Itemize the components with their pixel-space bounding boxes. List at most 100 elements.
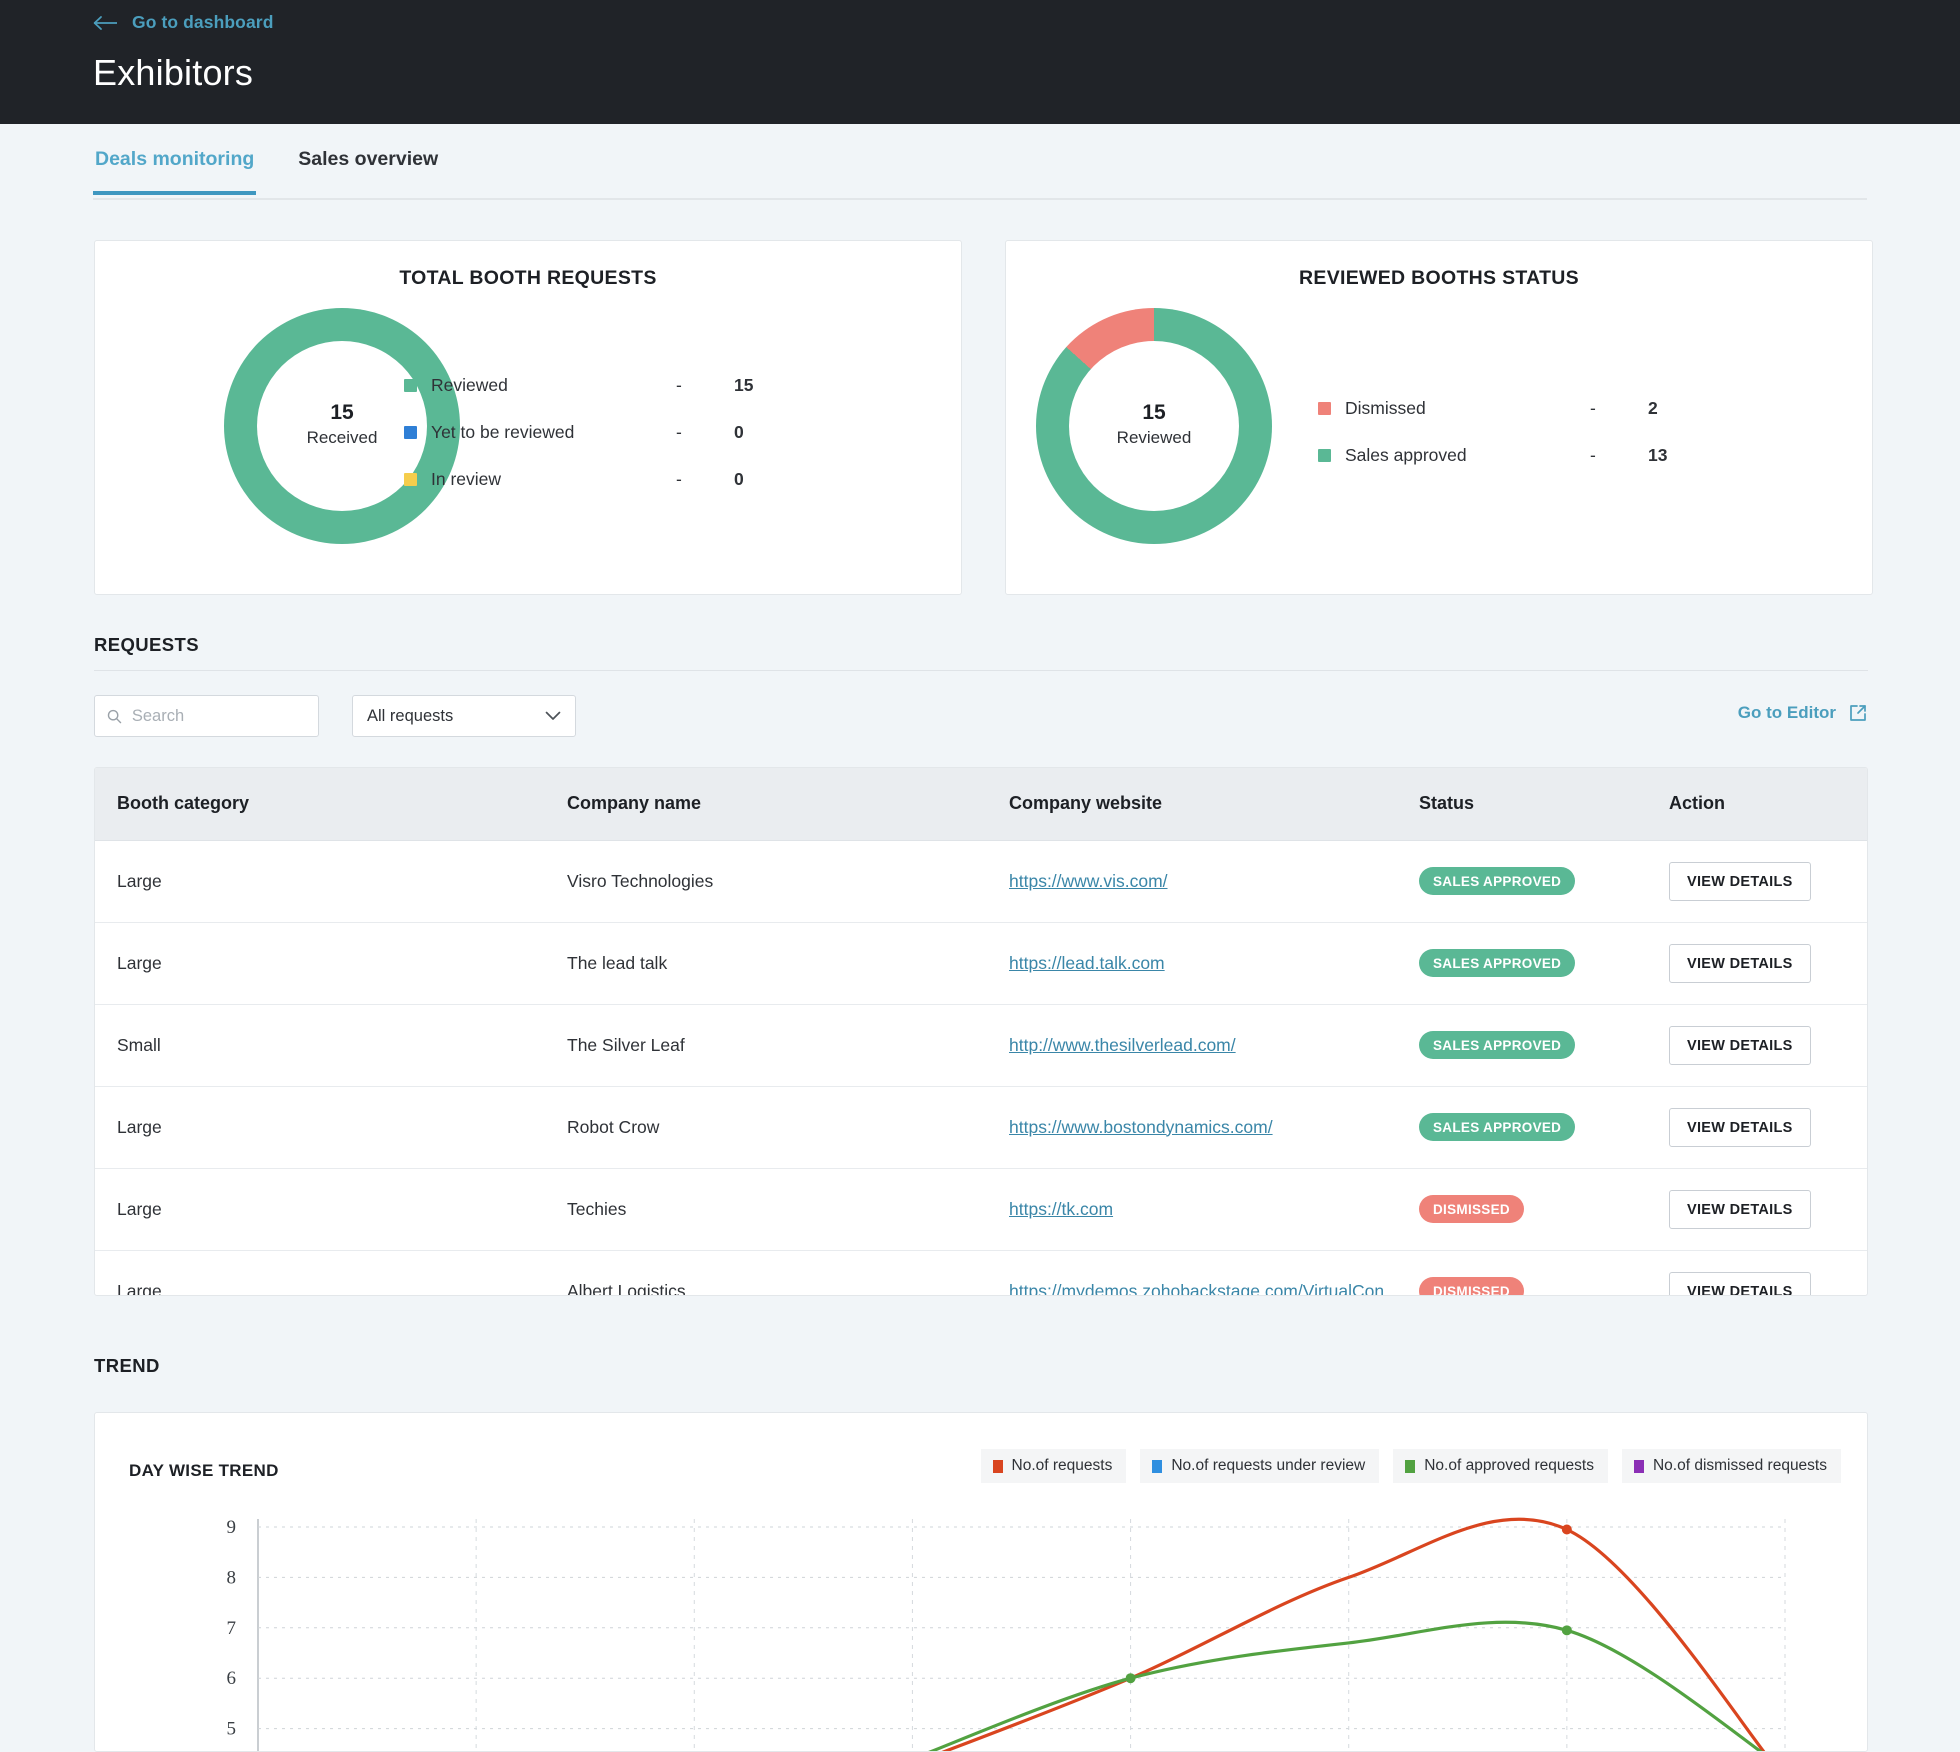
legend-dash: - bbox=[676, 469, 682, 489]
view-details-button[interactable]: VIEW DETAILS bbox=[1669, 1107, 1811, 1147]
table-row[interactable]: Large Visro Technologies https://www.vis.c… bbox=[95, 840, 1867, 923]
trend-section-header: TREND bbox=[94, 1355, 1868, 1391]
table-header-row: Booth category Company name Company webs… bbox=[95, 768, 1867, 841]
legend-item: Yet to be reviewed - 0 bbox=[404, 409, 824, 456]
go-to-dashboard-label: Go to dashboard bbox=[132, 12, 274, 32]
tab-deals-monitoring[interactable]: Deals monitoring bbox=[93, 148, 257, 195]
legend-item: Sales approved - 13 bbox=[1318, 432, 1718, 479]
reviewed-donut-center: 15 Reviewed bbox=[1036, 400, 1272, 450]
app-header: Go to dashboard Exhibitors bbox=[0, 0, 1960, 124]
column-header-booth-category: Booth category bbox=[95, 768, 545, 841]
reviewed-booths-status-donut: 15 Reviewed bbox=[1036, 308, 1272, 544]
legend-dash: - bbox=[676, 422, 682, 442]
view-details-button[interactable]: VIEW DETAILS bbox=[1669, 943, 1811, 983]
company-website-link[interactable]: https://www.bostondynamics.com/ bbox=[1009, 1117, 1273, 1137]
total-donut-label: Received bbox=[306, 428, 378, 447]
chart-legend-swatch bbox=[1405, 1459, 1416, 1473]
table-row[interactable]: Large The lead talk https://lead.talk.com S… bbox=[95, 922, 1867, 1005]
legend-item: Reviewed - 15 bbox=[404, 362, 824, 409]
go-to-editor-label: Go to Editor bbox=[1737, 703, 1836, 722]
legend-label: Dismissed bbox=[1345, 398, 1426, 418]
cell-action: VIEW DETAILS bbox=[1647, 1086, 1867, 1169]
go-to-dashboard-link[interactable]: Go to dashboard bbox=[93, 12, 274, 33]
legend-count: 15 bbox=[734, 375, 754, 395]
status-badge: SALES APPROVED bbox=[1419, 1113, 1576, 1141]
table-row[interactable]: Large Albert Logistics https://mydemos.zoh… bbox=[95, 1250, 1867, 1296]
chart-legend-item[interactable]: No.of requests bbox=[980, 1449, 1127, 1483]
app-page: Go to dashboard Exhibitors Deals monitor… bbox=[0, 0, 1960, 1752]
chart-legend-swatch bbox=[992, 1459, 1003, 1473]
search-icon bbox=[107, 709, 122, 723]
svg-text:8: 8 bbox=[227, 1567, 237, 1588]
day-wise-trend-title: DAY WISE TREND bbox=[129, 1461, 279, 1480]
view-details-button[interactable]: VIEW DETAILS bbox=[1669, 861, 1811, 901]
chart-legend-item[interactable]: No.of dismissed requests bbox=[1621, 1449, 1841, 1483]
status-badge: DISMISSED bbox=[1419, 1195, 1524, 1223]
legend-label: Sales approved bbox=[1345, 445, 1467, 465]
legend-count: 2 bbox=[1648, 398, 1658, 418]
chart-legend-item[interactable]: No.of approved requests bbox=[1393, 1449, 1608, 1483]
reviewed-booths-status-legend: Dismissed - 2 Sales approved - 13 bbox=[1318, 385, 1718, 479]
cell-company-name: Techies bbox=[545, 1168, 987, 1251]
requests-section-divider bbox=[94, 670, 1868, 671]
legend-item: In review - 0 bbox=[404, 456, 824, 503]
cell-action: VIEW DETAILS bbox=[1647, 922, 1867, 1005]
view-details-button[interactable]: VIEW DETAILS bbox=[1669, 1189, 1811, 1229]
cell-company-name: Robot Crow bbox=[545, 1086, 987, 1169]
cell-booth-category: Large bbox=[95, 840, 545, 923]
column-header-company-website: Company website bbox=[987, 768, 1397, 841]
trend-chart-svg: 9 8 7 6 5 bbox=[227, 1517, 1786, 1751]
table-row[interactable]: Large Techies https://tk.com DISMISSED VIEW … bbox=[95, 1168, 1867, 1251]
legend-label: Reviewed bbox=[431, 375, 508, 395]
legend-swatch-sales-approved bbox=[1318, 449, 1331, 462]
cell-company-name: Albert Logistics bbox=[545, 1250, 987, 1295]
reviewed-donut-label: Reviewed bbox=[1116, 428, 1192, 447]
company-website-link[interactable]: https://mydemos.zohobackstage.com/Virtua… bbox=[1009, 1281, 1384, 1296]
chart-legend-label: No.of requests bbox=[1011, 1457, 1113, 1474]
trend-chart-legend: No.of requests No.of requests under revie… bbox=[980, 1449, 1841, 1483]
cell-action: VIEW DETAILS bbox=[1647, 1004, 1867, 1087]
go-to-editor-link[interactable]: Go to Editor bbox=[1738, 703, 1868, 723]
cell-company-name: The Silver Leaf bbox=[545, 1004, 987, 1087]
svg-text:6: 6 bbox=[227, 1668, 237, 1689]
legend-item: Dismissed - 2 bbox=[1318, 385, 1718, 432]
chart-legend-label: No.of approved requests bbox=[1424, 1457, 1594, 1474]
table-row[interactable]: Large Robot Crow https://www.bostondynamic… bbox=[95, 1086, 1867, 1169]
cell-company-website: https://lead.talk.com bbox=[987, 922, 1397, 1005]
search-box[interactable] bbox=[94, 695, 319, 737]
reviewed-booths-status-title: REVIEWED BOOTHS STATUS bbox=[1299, 267, 1579, 289]
table-head: Booth category Company name Company webs… bbox=[95, 768, 1867, 841]
table-row[interactable]: Small The Silver Leaf http://www.thesilver… bbox=[95, 1004, 1867, 1087]
cell-status: SALES APPROVED bbox=[1397, 840, 1647, 923]
total-booth-requests-donut: 15 Received bbox=[224, 308, 460, 544]
chart-legend-swatch bbox=[1152, 1459, 1163, 1473]
requests-filter-select[interactable]: All requests bbox=[352, 695, 576, 737]
legend-label: Yet to be reviewed bbox=[431, 422, 575, 442]
cell-booth-category: Large bbox=[95, 1250, 545, 1295]
total-donut-value: 15 bbox=[330, 401, 354, 424]
view-details-button[interactable]: VIEW DETAILS bbox=[1669, 1271, 1811, 1295]
chevron-down-icon bbox=[545, 711, 561, 720]
requests-table-container[interactable]: Booth category Company name Company webs… bbox=[94, 767, 1868, 1296]
total-booth-requests-title: TOTAL BOOTH REQUESTS bbox=[399, 267, 657, 289]
view-details-button[interactable]: VIEW DETAILS bbox=[1669, 1025, 1811, 1065]
requests-filter-value: All requests bbox=[367, 706, 454, 725]
legend-dash: - bbox=[1590, 445, 1596, 465]
company-website-link[interactable]: https://www.vis.com/ bbox=[1009, 871, 1168, 891]
legend-swatch-dismissed bbox=[1318, 402, 1331, 415]
total-donut-center: 15 Received bbox=[224, 400, 460, 450]
cell-action: VIEW DETAILS bbox=[1647, 1250, 1867, 1295]
legend-count: 0 bbox=[734, 422, 744, 442]
chart-legend-item[interactable]: No.of requests under review bbox=[1140, 1449, 1380, 1483]
trend-chart-plot: 9 8 7 6 5 bbox=[95, 1505, 1867, 1751]
chart-legend-swatch bbox=[1633, 1459, 1644, 1473]
search-input[interactable] bbox=[131, 706, 306, 726]
company-website-link[interactable]: https://lead.talk.com bbox=[1009, 953, 1165, 973]
legend-dash: - bbox=[676, 375, 682, 395]
company-website-link[interactable]: https://tk.com bbox=[1009, 1199, 1113, 1219]
tab-sales-overview[interactable]: Sales overview bbox=[296, 148, 440, 193]
cell-company-website: http://www.thesilverlead.com/ bbox=[987, 1004, 1397, 1087]
arrow-left-icon bbox=[93, 15, 117, 30]
legend-swatch-reviewed bbox=[404, 379, 417, 392]
company-website-link[interactable]: http://www.thesilverlead.com/ bbox=[1009, 1035, 1236, 1055]
